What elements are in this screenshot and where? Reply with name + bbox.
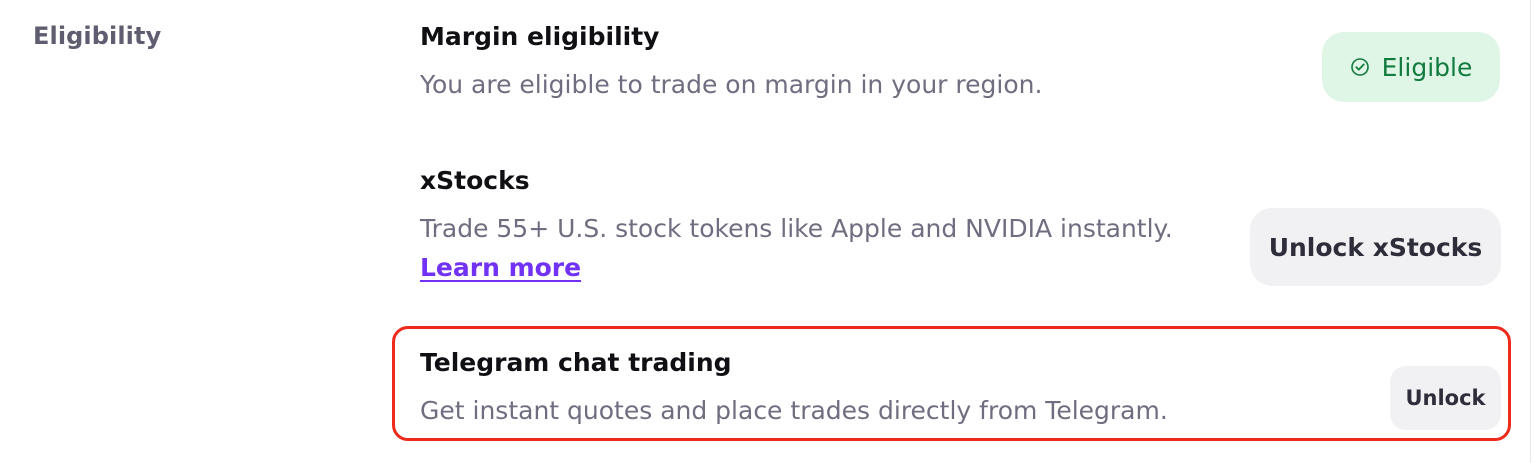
eligible-status-badge: Eligible	[1322, 32, 1500, 102]
learn-more-link[interactable]: Learn more	[420, 253, 581, 282]
margin-eligibility-description: You are eligible to trade on margin in y…	[420, 70, 1043, 99]
xstocks-description: Trade 55+ U.S. stock tokens like Apple a…	[420, 214, 1173, 243]
xstocks-title: xStocks	[420, 166, 530, 195]
telegram-chat-trading-description: Get instant quotes and place trades dire…	[420, 396, 1168, 425]
unlock-xstocks-button[interactable]: Unlock xStocks	[1250, 208, 1501, 286]
unlock-telegram-button[interactable]: Unlock	[1390, 366, 1501, 430]
check-circle-icon	[1350, 58, 1369, 76]
margin-eligibility-title: Margin eligibility	[420, 22, 660, 51]
eligibility-panel: Eligibility Margin eligibility You are e…	[0, 0, 1531, 463]
xstocks-row: xStocks Trade 55+ U.S. stock tokens like…	[420, 162, 1502, 297]
section-label: Eligibility	[33, 22, 162, 50]
telegram-chat-trading-title: Telegram chat trading	[420, 348, 732, 377]
telegram-chat-trading-row: Telegram chat trading Get instant quotes…	[420, 344, 1502, 434]
margin-eligibility-row: Margin eligibility You are eligible to t…	[420, 18, 1502, 118]
eligible-status-label: Eligible	[1381, 52, 1473, 82]
